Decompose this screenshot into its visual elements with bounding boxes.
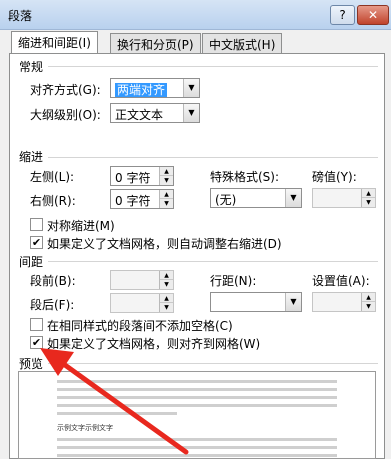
outline-level-select[interactable]: 正文文本 ▼ (110, 103, 200, 123)
preview-line (57, 388, 337, 391)
indent-heading: 缩进 (19, 150, 44, 164)
outline-level-label: 大纲级别(O): (30, 108, 101, 122)
spacing-at-spinner[interactable]: ▲ ▼ (312, 292, 376, 312)
snap-to-grid-checkbox[interactable]: ✔ (30, 336, 43, 349)
preview-line (57, 454, 337, 457)
no-space-same-style-checkbox[interactable] (30, 318, 43, 331)
mirror-indent-label: 对称缩进(M) (47, 219, 115, 233)
spin-up-icon[interactable]: ▲ (160, 190, 173, 199)
mirror-indent-checkbox[interactable] (30, 218, 43, 231)
line-spacing-select[interactable]: ▼ (210, 292, 302, 312)
special-indent-value: (无) (215, 193, 237, 207)
chevron-down-icon[interactable]: ▼ (285, 189, 301, 207)
alignment-select[interactable]: 两端对齐 ▼ (110, 78, 200, 98)
auto-adjust-indent-checkbox[interactable]: ✔ (30, 236, 43, 249)
preview-line (57, 380, 337, 383)
right-indent-spinner[interactable]: 0 字符 ▲ ▼ (110, 189, 174, 209)
preview-sample-text: 示例文字示例文字 (57, 424, 113, 432)
alignment-value: 两端对齐 (115, 83, 168, 97)
indent-separator (48, 157, 378, 158)
close-button[interactable]: ✕ (357, 5, 389, 25)
no-space-same-style-label: 在相同样式的段落间不添加空格(C) (47, 319, 233, 333)
indent-by-label: 磅值(Y): (312, 170, 357, 184)
preview-heading: 预览 (19, 357, 44, 371)
window-title: 段落 (8, 9, 33, 23)
spin-down-icon[interactable]: ▼ (160, 176, 173, 185)
preview-line (57, 438, 337, 441)
left-indent-value: 0 字符 (115, 171, 151, 185)
auto-adjust-indent-label: 如果定义了文档网格，则自动调整右缩进(D) (47, 237, 282, 251)
spin-up-icon[interactable]: ▲ (160, 167, 173, 176)
space-after-spinner[interactable]: ▲ ▼ (110, 293, 174, 313)
preview-line (57, 412, 177, 415)
spin-up-icon[interactable]: ▲ (362, 293, 375, 302)
general-heading: 常规 (19, 60, 44, 74)
spin-down-icon[interactable]: ▼ (362, 302, 375, 311)
preview-line (57, 404, 337, 407)
spin-down-icon[interactable]: ▼ (160, 280, 173, 289)
space-after-label: 段后(F): (30, 298, 75, 312)
tab-indent-spacing[interactable]: 缩进和间距(I) (11, 31, 98, 55)
preview-line (57, 396, 337, 399)
spin-up-icon[interactable]: ▲ (160, 271, 173, 280)
preview-separator (48, 363, 378, 364)
help-button[interactable]: ? (330, 5, 355, 25)
right-indent-label: 右侧(R): (30, 194, 76, 208)
tab-asian-typography[interactable]: 中文版式(H) (202, 33, 283, 53)
preview-box: 示例文字示例文字 (18, 371, 376, 459)
tab-line-page-breaks[interactable]: 换行和分页(P) (110, 33, 201, 53)
spacing-heading: 间距 (19, 255, 44, 269)
title-bar: 段落 ? ✕ (0, 0, 391, 30)
spin-down-icon[interactable]: ▼ (160, 199, 173, 208)
special-indent-label: 特殊格式(S): (210, 170, 280, 184)
general-separator (48, 66, 378, 67)
chevron-down-icon[interactable]: ▼ (285, 293, 301, 311)
spin-up-icon[interactable]: ▲ (362, 189, 375, 198)
snap-to-grid-label: 如果定义了文档网格，则对齐到网格(W) (47, 337, 261, 351)
spin-down-icon[interactable]: ▼ (362, 198, 375, 207)
spacing-at-label: 设置值(A): (312, 274, 370, 288)
right-indent-value: 0 字符 (115, 194, 151, 208)
alignment-label: 对齐方式(G): (30, 83, 101, 97)
chevron-down-icon[interactable]: ▼ (183, 79, 199, 97)
space-before-spinner[interactable]: ▲ ▼ (110, 270, 174, 290)
space-before-label: 段前(B): (30, 274, 76, 288)
preview-line (57, 446, 337, 449)
spin-up-icon[interactable]: ▲ (160, 294, 173, 303)
left-indent-spinner[interactable]: 0 字符 ▲ ▼ (110, 166, 174, 186)
special-indent-select[interactable]: (无) ▼ (210, 188, 302, 208)
left-indent-label: 左侧(L): (30, 170, 75, 184)
spacing-separator (48, 261, 378, 262)
line-spacing-label: 行距(N): (210, 274, 257, 288)
spin-down-icon[interactable]: ▼ (160, 303, 173, 312)
chevron-down-icon[interactable]: ▼ (183, 104, 199, 122)
indent-by-spinner[interactable]: ▲ ▼ (312, 188, 376, 208)
outline-level-value: 正文文本 (115, 108, 164, 122)
